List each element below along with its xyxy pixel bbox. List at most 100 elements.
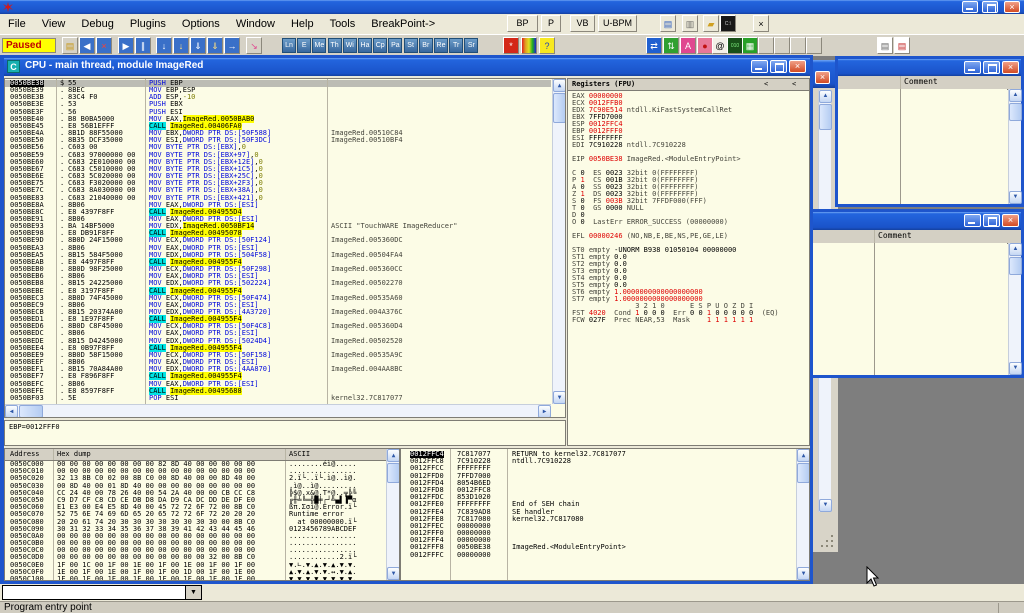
comment-window-1-minimize-button[interactable] [964,61,981,74]
toolbar-letter-cp[interactable]: Cp [373,38,387,53]
animate-over-icon[interactable]: ⇓ [207,37,223,54]
toolbar-letter-pa[interactable]: Pa [388,38,402,53]
dump-vscrollbar[interactable]: ▲ ▼ [386,449,399,580]
disasm-row[interactable]: 0050BF03.5EPOP ESIkernel32.7C817077 [5,395,551,402]
disasm-vscrollbar[interactable]: ▲ ▼ [552,79,565,404]
disasm-row[interactable]: 0050BE83.C683 21040000 00MOV BYTE PTR DS… [5,195,551,202]
list-icon-2[interactable]: ▤ [894,37,910,54]
comment-window-1-maximize-button[interactable] [983,61,1000,74]
registers-line[interactable]: O 0 LastErr ERROR_SUCCESS (00000000) [572,219,807,226]
comment-window-2-titlebar[interactable]: × [811,212,1021,230]
stack-vscrollbar[interactable]: ▲ ▼ [796,449,809,580]
toolbar-letter-th[interactable]: Th [328,38,342,53]
cpu-minimize-button[interactable] [751,60,768,73]
menu-item-breakpoint[interactable]: BreakPoint-> [363,15,443,34]
menu-item-help[interactable]: Help [283,15,322,34]
toolbar-letter-st[interactable]: St [404,38,418,53]
toolbar-letter-ln[interactable]: Ln [282,38,296,53]
dump-row[interactable]: 0050C1001F 00 1F 00 1F 00 1F 00 1F 00 1F… [5,576,385,581]
cpu-window-titlebar[interactable]: C CPU - main thread, module ImageRed × [4,58,810,76]
disasm-row[interactable]: 0050BEE9.8B0D 58F15000MOV ECX,DWORD PTR … [5,352,551,359]
menu-item-options[interactable]: Options [174,15,228,34]
background-window-close-button[interactable]: × [815,71,830,84]
animate-into-icon[interactable]: ⇓ [190,37,206,54]
comment-window-2-body[interactable] [811,243,1007,375]
registers-line[interactable]: EFL 00000246 (NO,NB,E,BE,NS,PE,GE,LE) [572,233,807,240]
close-x-button[interactable]: × [753,15,769,32]
sync-icon[interactable]: ⇄ [646,37,662,54]
registers-line[interactable]: EDI 7C910228 ntdll.7C910228 [572,142,807,149]
combobox-dropdown-button[interactable]: ▼ [185,586,201,599]
comment-window-1-vscrollbar[interactable]: ▲ ▼ [1008,89,1021,204]
app-maximize-button[interactable] [982,1,998,13]
comment-window-2-close-button[interactable]: × [1002,214,1019,227]
window-icon[interactable]: ▦ [742,37,758,54]
menu-item-debug[interactable]: Debug [73,15,121,34]
jump-icon[interactable]: ↘ [246,37,262,54]
list-icon-1[interactable]: ▤ [877,37,893,54]
registers-line[interactable]: T 0 GS 0000 NULL [572,205,807,212]
stack-row[interactable]: 0012FFFC00000000 [401,552,795,559]
disasm-hscrollbar[interactable]: ◀ ▶ [5,404,551,417]
blank-button-4[interactable] [806,37,822,54]
menu-item-view[interactable]: View [34,15,74,34]
disasm-row[interactable]: 0050BEC3.8B0D 74F45000MOV ECX,DWORD PTR … [5,295,551,302]
toolbar-letter-re[interactable]: Re [434,38,448,53]
folder-icon[interactable]: ▰ [703,15,719,32]
plugin-button-ubpm[interactable]: U-BPM [598,15,637,32]
plugin-button-vb[interactable]: VB [570,15,595,32]
disasm-row[interactable]: 0050BE38$55PUSH EBP [5,80,551,87]
toolbar-letter-wi[interactable]: Wi [343,38,357,53]
breakpoint-dot-icon[interactable]: ● [697,37,713,54]
plugin-button-bp[interactable]: BP [507,15,538,32]
comment-window-1-body[interactable] [838,89,1007,204]
menu-item-tools[interactable]: Tools [322,15,364,34]
cpu-maximize-button[interactable] [770,60,787,73]
comment-window-1-titlebar[interactable]: × [838,59,1021,76]
disasm-row[interactable]: 0050BE3B.83C4 F0ADD ESP,-10 [5,94,551,101]
updown-icon[interactable]: ⇅ [663,37,679,54]
disasm-row[interactable]: 0050BEB0.8B0D 98F25000MOV ECX,DWORD PTR … [5,266,551,273]
blank-button-1[interactable] [758,37,774,54]
comment-window-2-minimize-button[interactable] [964,214,981,227]
help-icon[interactable]: ? [539,37,555,54]
doc-blue-icon[interactable]: ▤ [660,15,676,32]
disasm-row[interactable]: 0050BE8C.E8 4397F8FFCALL ImageRed.004955… [5,209,551,216]
cpu-close-button[interactable]: × [789,60,806,73]
menu-item-file[interactable]: File [0,15,34,34]
disasm-row[interactable]: 0050BEF7.E8 F896F8FFCALL ImageRed.004955… [5,373,551,380]
disasm-pane[interactable]: 0050BE38$55PUSH EBP0050BE39.8BECMOV EBP,… [4,78,566,418]
disasm-row[interactable]: 0050BED6.8B0D C8F45000MOV ECX,DWORD PTR … [5,323,551,330]
appearance-icon[interactable] [521,37,537,54]
registers-pane[interactable]: Registers (FPU) < < EAX 00000000ECX 0012… [567,78,810,446]
registers-collapse-icon-2[interactable]: < [792,79,796,89]
comment-window-2-vscrollbar[interactable]: ▲ ▼ [1008,243,1021,375]
plugin-button-p[interactable]: P [541,15,561,32]
blank-button-2[interactable] [774,37,790,54]
spiral-icon[interactable]: @ [712,37,728,54]
toolbar-letter-e[interactable]: E [297,38,311,53]
assemble-icon[interactable]: A [680,37,696,54]
execute-return-icon[interactable]: → [224,37,240,54]
dump-pane[interactable]: Address Hex dump ASCII 0050C00000 00 00 … [4,448,400,581]
restart-icon[interactable]: ◀ [79,37,95,54]
options-gear-icon[interactable]: * [503,37,519,54]
menu-item-plugins[interactable]: Plugins [122,15,174,34]
app-minimize-button[interactable] [962,1,978,13]
toolbar-letter-tr[interactable]: Tr [449,38,463,53]
disasm-row[interactable]: 0050BEFE.E8 8597F8FFCALL ImageRed.004956… [5,388,551,395]
toolbar-letter-ha[interactable]: Ha [358,38,372,53]
toolbar-letter-br[interactable]: Br [419,38,433,53]
disasm-row[interactable]: 0050BE9D.8B0D 24F15000MOV ECX,DWORD PTR … [5,237,551,244]
doc-gray-icon[interactable]: ▥ [682,15,698,32]
info-pane[interactable]: EBP=0012FFF0 [4,420,566,446]
step-into-icon[interactable]: ↓ [156,37,172,54]
comment-window-2-maximize-button[interactable] [983,214,1000,227]
pause-icon[interactable]: ∥ [135,37,151,54]
comment-window-1-close-button[interactable]: × [1002,61,1019,74]
registers-line[interactable]: FCW 027F Prec NEAR,53 Mask 1 1 1 1 1 1 [572,317,807,324]
app-close-button[interactable]: × [1004,1,1020,13]
disasm-row[interactable]: 0050BE3E.53PUSH EBX [5,101,551,108]
binary-icon[interactable]: 010 [727,37,743,54]
registers-line[interactable]: EIP 0050BE38 ImageRed.<ModuleEntryPoint> [572,156,807,163]
